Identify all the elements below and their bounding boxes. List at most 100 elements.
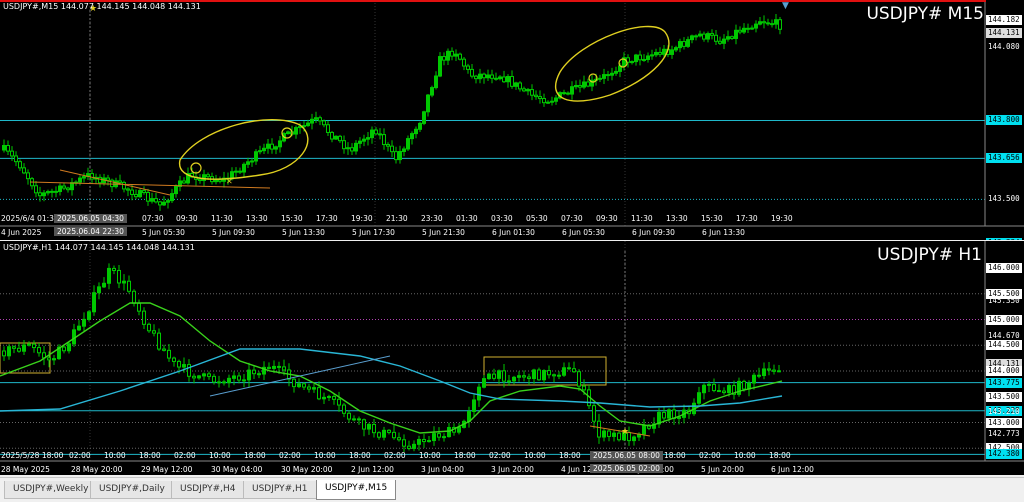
candle-body bbox=[266, 143, 270, 149]
candle-body bbox=[607, 430, 611, 437]
h1-chart-panel[interactable]: ★ USDJPY#,H1 144.077 144.145 144.048 144… bbox=[0, 241, 1024, 475]
candle-body bbox=[272, 365, 276, 369]
time-label: 09:30 bbox=[596, 214, 618, 223]
tab-m15[interactable]: USDJPY#,M15 bbox=[316, 480, 397, 500]
candle-body bbox=[358, 140, 362, 144]
candlestick-series bbox=[2, 14, 782, 211]
candle-body bbox=[47, 357, 51, 361]
candle-body bbox=[362, 138, 366, 142]
candle-body bbox=[762, 368, 766, 377]
candle-body bbox=[250, 160, 254, 163]
tab-weekly[interactable]: USDJPY#,Weekly bbox=[4, 481, 98, 499]
candle-body bbox=[426, 94, 430, 113]
candle-body bbox=[646, 55, 650, 60]
candle-body bbox=[562, 367, 566, 376]
candle-body bbox=[394, 151, 398, 161]
candle-body bbox=[752, 374, 756, 384]
candle-body bbox=[602, 430, 606, 438]
candle-body bbox=[147, 323, 151, 332]
candle-body bbox=[632, 436, 636, 442]
candle-body bbox=[198, 178, 202, 182]
candle-body bbox=[232, 375, 236, 379]
candle-body bbox=[552, 374, 556, 377]
candle-body bbox=[338, 135, 342, 142]
candle-body bbox=[402, 148, 406, 152]
candle-body bbox=[397, 437, 401, 441]
candle-body bbox=[506, 76, 510, 83]
time-label: 2025/5/28 18:00 bbox=[1, 451, 64, 460]
candle-body bbox=[157, 332, 161, 350]
tab-h4[interactable]: USDJPY#,H4 bbox=[171, 481, 245, 499]
time-label: 02:00 bbox=[384, 451, 406, 460]
candle-body bbox=[722, 390, 726, 394]
candle-body bbox=[327, 395, 331, 398]
m15-chart-panel[interactable]: ✕ ★ ▼ USDJPY#,M15 144.077 144.145 144.048 … bbox=[0, 0, 1024, 240]
tab-daily[interactable]: USDJPY#,Daily bbox=[90, 481, 174, 499]
price-label: 142.380 bbox=[986, 449, 1022, 460]
candle-body bbox=[442, 56, 446, 61]
candle-body bbox=[317, 387, 321, 400]
date-label: 6 Jun 09:30 bbox=[632, 228, 675, 237]
candle-body bbox=[258, 150, 262, 153]
crosshair-time-box: 2025.06.05 04:30 bbox=[54, 214, 127, 223]
candle-body bbox=[570, 86, 574, 95]
candle-body bbox=[522, 88, 526, 92]
candle-body bbox=[707, 383, 711, 386]
time-label: 03:30 bbox=[491, 214, 513, 223]
price-label: 144.000 bbox=[986, 366, 1022, 376]
candle-body bbox=[610, 72, 614, 76]
candle-body bbox=[37, 347, 41, 354]
candle-body bbox=[166, 200, 170, 203]
date-label: 6 Jun 05:30 bbox=[562, 228, 605, 237]
candle-body bbox=[382, 134, 386, 146]
candle-body bbox=[286, 131, 290, 135]
candle-body bbox=[777, 370, 781, 373]
candle-body bbox=[434, 75, 438, 89]
shift-marker-icon: ▼ bbox=[782, 1, 789, 11]
candle-body bbox=[406, 138, 410, 150]
time-label: 02:00 bbox=[174, 451, 196, 460]
candle-body bbox=[510, 76, 514, 87]
price-label: 146.000 bbox=[986, 263, 1022, 273]
crosshair-time-box: 2025.06.05 08:00 bbox=[590, 451, 663, 460]
candle-body bbox=[242, 379, 246, 382]
m15-chart-canvas[interactable]: ✕★ ▼ bbox=[0, 0, 1024, 240]
candle-body bbox=[167, 349, 171, 359]
candle-body bbox=[726, 36, 730, 40]
candle-body bbox=[718, 40, 722, 44]
candle-body bbox=[442, 436, 446, 439]
tab-h1[interactable]: USDJPY#,H1 bbox=[243, 481, 317, 499]
candle-body bbox=[307, 386, 311, 390]
candle-body bbox=[146, 192, 150, 202]
crosshair-time-box: 2025.06.04 22:30 bbox=[54, 227, 127, 236]
candle-body bbox=[212, 375, 216, 383]
time-label: 13:30 bbox=[246, 214, 268, 223]
time-label: 13:30 bbox=[666, 214, 688, 223]
candle-body bbox=[97, 286, 101, 294]
candle-body bbox=[550, 100, 554, 103]
candle-body bbox=[34, 185, 38, 194]
candle-body bbox=[527, 376, 531, 379]
candle-body bbox=[222, 381, 226, 384]
candle-body bbox=[372, 423, 376, 434]
candle-body bbox=[770, 23, 774, 26]
price-label: 145.000 bbox=[986, 314, 1022, 325]
candle-body bbox=[754, 23, 758, 29]
time-label: 18:00 bbox=[139, 451, 161, 460]
h1-chart-canvas[interactable]: ★ bbox=[0, 241, 1024, 475]
candle-body bbox=[302, 383, 306, 388]
candle-body bbox=[62, 185, 66, 189]
candle-body bbox=[362, 419, 366, 430]
candle-body bbox=[282, 366, 286, 371]
time-label: 18:00 bbox=[664, 451, 686, 460]
candle-body bbox=[512, 376, 516, 382]
candle-body bbox=[517, 375, 521, 378]
time-label: 11:30 bbox=[211, 214, 233, 223]
candle-body bbox=[310, 118, 314, 124]
candle-body bbox=[294, 127, 298, 135]
time-label: 10:00 bbox=[419, 451, 441, 460]
candle-body bbox=[270, 143, 274, 150]
time-label: 10:00 bbox=[104, 451, 126, 460]
candle-body bbox=[162, 348, 166, 351]
candle-body bbox=[170, 193, 174, 202]
